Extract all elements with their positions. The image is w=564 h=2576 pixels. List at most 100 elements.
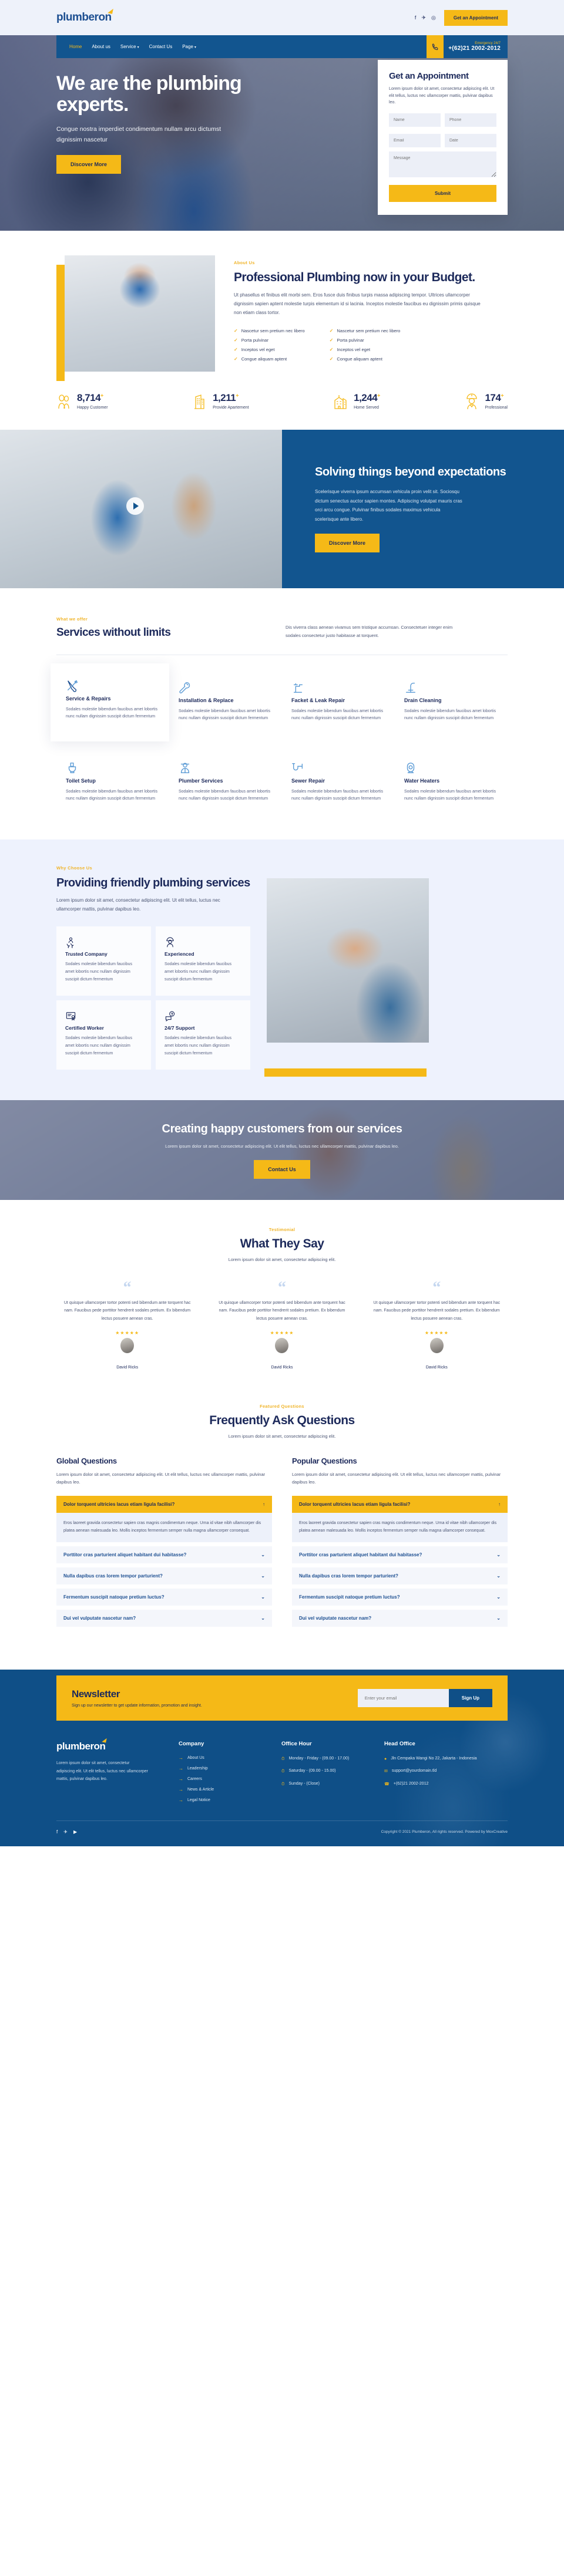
rating-stars: ★★★★★ <box>424 1330 449 1336</box>
check-label: Inceptos vel eget <box>241 346 275 352</box>
service-card-installation-replace[interactable]: Installation & Replace Sodales molestie … <box>169 670 282 734</box>
stat-item: 8,714+ Happy Customer <box>56 393 108 410</box>
faq-item: Porttitor cras parturient aliquet habita… <box>56 1546 272 1564</box>
facebook-icon[interactable]: f <box>415 15 417 21</box>
faq-question[interactable]: Nulla dapibus cras lorem tempor parturie… <box>56 1567 272 1585</box>
nav-item-home[interactable]: Home <box>69 44 82 49</box>
faq-column-heading: Popular Questions <box>292 1456 357 1465</box>
footer-link-legal-notice[interactable]: → Legal Notice <box>179 1798 281 1803</box>
solving-section: Solving things beyond expectations Scele… <box>0 430 564 588</box>
chevron-down-icon: ⌄ <box>261 1616 265 1621</box>
footer-logo-text: plumberon <box>56 1741 106 1752</box>
service-card-sewer-repair[interactable]: Sewer Repair Sodales molestie bibendum f… <box>282 751 395 815</box>
newsletter-signup-button[interactable]: Sign Up <box>448 1689 492 1708</box>
appointment-date-input[interactable] <box>445 133 496 147</box>
appointment-submit-button[interactable]: Submit <box>389 184 496 202</box>
nav-item-service[interactable]: Service ▾ <box>120 44 139 49</box>
appointment-email-input[interactable] <box>389 133 441 147</box>
support-chat-icon <box>164 1011 176 1024</box>
solving-discover-more-button[interactable]: Discover More <box>315 534 380 553</box>
faq-question[interactable]: Porttitor cras parturient aliquet habita… <box>292 1546 508 1564</box>
office-phone-row[interactable]: ☎ +(62)21 2002-2012 <box>384 1781 502 1788</box>
about-image-wrap <box>56 255 216 381</box>
check-item: ✓ Porta pulvinar <box>234 338 305 343</box>
why-card-title: Certified Worker <box>65 1025 104 1031</box>
arrow-right-icon: → <box>179 1787 183 1793</box>
stats-row: 8,714+ Happy Customer 1,211+ Provide Apa… <box>56 393 508 430</box>
service-title: Installation & Replace <box>179 697 234 703</box>
check-item: ✓ Nascetur sem pretium nec libero <box>234 328 305 333</box>
faq-question[interactable]: Dui vel vulputate nascetur nam? ⌄ <box>56 1610 272 1627</box>
faq-question[interactable]: Nulla dapibus cras lorem tempor parturie… <box>292 1567 508 1585</box>
stat-item: 1,211+ Provide Apartement <box>192 393 249 410</box>
newsletter-email-input[interactable] <box>357 1689 449 1708</box>
footer-link-leadership[interactable]: → Leadership <box>179 1766 281 1771</box>
hero-section: We are the plumbing experts. Congue nost… <box>0 35 564 231</box>
hero-subtitle: Congue nostra imperdiet condimentum null… <box>56 125 221 143</box>
service-desc: Sodales molestie bibendum faucibus amet … <box>291 789 384 801</box>
footer-logo[interactable]: plumberon <box>56 1737 108 1752</box>
why-card-experienced[interactable]: Experienced Sodales molestie bibendum fa… <box>156 926 250 996</box>
appointment-message-textarea[interactable] <box>389 151 496 177</box>
footer-link-careers[interactable]: → Careers <box>179 1776 281 1782</box>
about-check-list-left: ✓ Nascetur sem pretium nec libero ✓ Porta … <box>234 328 305 362</box>
brand-logo-text: plumberon <box>56 11 112 23</box>
faq-question[interactable]: Fermentum suscipit natoque pretium luctu… <box>292 1589 508 1606</box>
faq-question[interactable]: Dolor torquent ultricies lacus etiam lig… <box>292 1495 508 1513</box>
why-card-desc: Sodales molestie bibendum faucibus amet … <box>65 1036 133 1056</box>
faq-question[interactable]: Dolor torquent ultricies lacus etiam lig… <box>56 1495 272 1513</box>
service-card-plumber-services[interactable]: Plumber Services Sodales molestie bibend… <box>169 751 282 815</box>
service-card-toilet-setup[interactable]: Toilet Setup Sodales molestie bibendum f… <box>56 751 169 815</box>
services-eyebrow: What we offer <box>56 616 88 622</box>
nav-item-contact-us[interactable]: Contact Us <box>149 44 173 49</box>
nav-item-page[interactable]: Page ▾ <box>182 44 196 49</box>
main-navigation: Home About us Service ▾ Contact Us Page ▾ … <box>56 35 508 58</box>
footer-bottom-bar: f ✈ ▶ Copyright © 2021 Plumberon, All ri… <box>56 1820 508 1846</box>
appointment-name-input[interactable] <box>389 113 441 127</box>
faq-column-heading: Global Questions <box>56 1456 117 1465</box>
service-card-water-heaters[interactable]: Water Heaters Sodales molestie bibendum … <box>395 751 508 815</box>
faq-question[interactable]: Dui vel vulputate nascetur nam? ⌄ <box>292 1610 508 1627</box>
hero-discover-more-button[interactable]: Discover More <box>56 155 122 174</box>
nav-item-about-us[interactable]: About us <box>92 44 110 49</box>
check-item: ✓ Nascetur sem pretium nec libero <box>330 328 401 333</box>
newsletter-description: Sign up our newsletter to get update inf… <box>72 1704 202 1708</box>
faq-question[interactable]: Porttitor cras parturient aliquet habita… <box>56 1546 272 1564</box>
why-card-trusted-company[interactable]: Trusted Company Sodales molestie bibendu… <box>56 926 151 996</box>
stat-plus: + <box>100 392 103 399</box>
nav-links: Home About us Service ▾ Contact Us Page ▾ <box>56 44 196 49</box>
why-card-certified-worker[interactable]: Certified Worker Sodales molestie bibend… <box>56 1000 151 1070</box>
footer-hours-heading: Office Hour <box>281 1741 312 1748</box>
why-card-support[interactable]: 24/7 Support Sodales molestie bibendum f… <box>156 1000 250 1070</box>
youtube-icon[interactable]: ▶ <box>73 1829 77 1835</box>
facebook-icon[interactable]: f <box>56 1829 58 1835</box>
chevron-down-icon: ⌄ <box>496 1552 501 1558</box>
check-label: Nascetur sem pretium nec libero <box>241 328 305 333</box>
check-item: ✓ Congue aliquam aptent <box>330 356 401 362</box>
instagram-icon[interactable]: ◎ <box>431 15 436 21</box>
brand-logo[interactable]: plumberon <box>56 8 113 24</box>
office-email-row[interactable]: ✉ support@yourdomain.tld <box>384 1768 502 1775</box>
cta-contact-us-button[interactable]: Contact Us <box>254 1160 310 1179</box>
footer-link-about-us[interactable]: → About Us <box>179 1755 281 1761</box>
nav-emergency-phone[interactable]: Emergency 24/7 +(62)21 2002-2012 <box>427 35 508 58</box>
get-appointment-button[interactable]: Get an Appointment <box>444 9 508 26</box>
twitter-icon[interactable]: ✈ <box>421 15 426 21</box>
faq-title: Frequently Ask Questions <box>209 1413 355 1427</box>
faq-item: Dui vel vulputate nascetur nam? ⌄ <box>292 1610 508 1627</box>
footer-office-heading: Head Office <box>384 1741 415 1748</box>
toilet-icon <box>66 762 79 777</box>
faq-question[interactable]: Fermentum suscipit natoque pretium luctu… <box>56 1589 272 1606</box>
check-icon: ✓ <box>329 337 334 343</box>
check-label: Congue aliquam aptent <box>241 356 287 362</box>
service-card-drain-cleaning[interactable]: Drain Cleaning Sodales molestie bibendum… <box>395 670 508 734</box>
service-card-facket-leak-repair[interactable]: Facket & Leak Repair Sodales molestie bi… <box>282 670 395 734</box>
footer-link-label: Legal Notice <box>187 1798 210 1803</box>
appointment-phone-input[interactable] <box>445 113 496 127</box>
service-card-service-repairs[interactable]: Service & Repairs Sodales molestie biben… <box>51 663 169 741</box>
footer-link-news-article[interactable]: → News & Article <box>179 1787 281 1792</box>
services-description: Dis viverra class aenean vivamus sem tri… <box>286 625 453 639</box>
play-button-icon[interactable] <box>126 497 145 515</box>
twitter-icon[interactable]: ✈ <box>63 1829 68 1835</box>
office-hour-text: Sunday - (Close) <box>288 1781 320 1786</box>
